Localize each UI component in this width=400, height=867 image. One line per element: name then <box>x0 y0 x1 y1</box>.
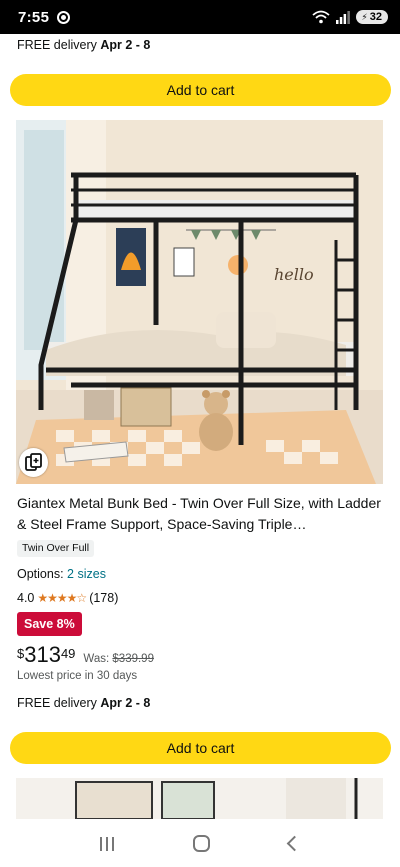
compare-icon[interactable] <box>19 448 48 477</box>
was-price: $339.99 <box>112 653 154 665</box>
compare-icon-glyph <box>25 453 42 471</box>
delivery-prefix: FREE delivery <box>17 696 97 710</box>
lowest-price-note: Lowest price in 30 days <box>17 670 138 682</box>
options-row: Options: 2 sizes <box>17 567 106 581</box>
price: $ 313 49 Was: $339.99 <box>17 642 154 668</box>
rating-value: 4.0 <box>17 591 35 605</box>
back-icon[interactable] <box>287 835 303 852</box>
was-label: Was: <box>83 653 110 665</box>
system-nav-bar <box>0 820 400 867</box>
next-product-photo <box>16 778 383 819</box>
gear-icon <box>57 10 71 24</box>
signal-icon <box>336 10 351 24</box>
battery-level: 32 <box>369 11 382 23</box>
status-time: 7:55 <box>18 8 50 26</box>
options-label: Options: <box>17 567 64 581</box>
delivery-prefix: FREE delivery <box>17 38 97 52</box>
rating-stars-icon: ★★★★☆ <box>37 591 87 605</box>
svg-text:hello: hello <box>274 265 314 284</box>
save-badge: Save 8% <box>17 612 82 636</box>
price-whole: 313 <box>24 642 61 667</box>
wifi-icon <box>312 10 331 24</box>
was-price-row: Was: $339.99 <box>83 653 154 665</box>
bunk-bed-photo: hello <box>16 120 383 484</box>
options-link[interactable]: 2 sizes <box>67 567 106 581</box>
delivery-dates: Apr 2 - 8 <box>100 696 151 710</box>
price-fraction: 49 <box>60 646 76 661</box>
previous-delivery-info: FREE delivery Apr 2 - 8 <box>17 38 150 52</box>
battery-badge: ⚡ 32 <box>356 10 388 24</box>
recents-icon[interactable] <box>99 836 114 851</box>
rating-row[interactable]: 4.0 ★★★★☆ (178) <box>17 591 118 605</box>
status-bar: 7:55 ⚡ 32 <box>0 0 400 34</box>
add-to-cart-button[interactable]: Add to cart <box>10 732 391 764</box>
product-title[interactable]: Giantex Metal Bunk Bed - Twin Over Full … <box>17 493 387 535</box>
rating-count: (178) <box>89 591 119 605</box>
product-image[interactable]: hello <box>16 120 383 484</box>
status-indicators: ⚡ 32 <box>312 10 388 24</box>
add-to-cart-button[interactable]: Add to cart <box>10 74 391 106</box>
charging-icon: ⚡ <box>361 11 368 22</box>
home-icon[interactable] <box>192 835 210 852</box>
size-chip: Twin Over Full <box>17 540 95 557</box>
price-symbol: $ <box>17 646 25 661</box>
delivery-dates: Apr 2 - 8 <box>100 38 151 52</box>
delivery-info: FREE delivery Apr 2 - 8 <box>17 696 150 710</box>
next-product-image[interactable] <box>16 778 383 819</box>
